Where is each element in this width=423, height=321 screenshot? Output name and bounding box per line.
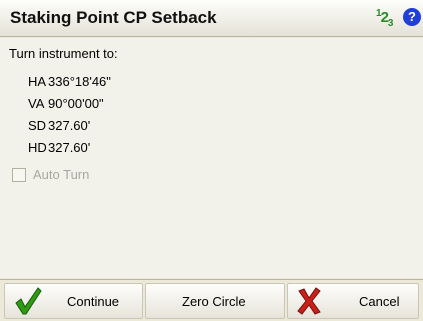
reading-row-ha: HA 336°18'46" [28, 74, 111, 89]
reading-row-va: VA 90°00'00" [28, 96, 104, 111]
auto-turn-label: Auto Turn [33, 167, 90, 182]
cancel-button[interactable]: Cancel [287, 283, 419, 319]
auto-turn-checkbox[interactable] [12, 168, 26, 182]
reading-value: 327.60' [48, 140, 91, 155]
cross-icon [297, 287, 321, 315]
help-icon[interactable]: ? [403, 8, 421, 26]
continue-label: Continue [67, 294, 120, 309]
reading-label: VA [28, 96, 45, 111]
reading-row-sd: SD 327.60' [28, 118, 90, 133]
continue-button[interactable]: Continue [4, 283, 143, 319]
zero-circle-label: Zero Circle [182, 294, 246, 309]
zero-circle-button[interactable]: Zero Circle [145, 283, 285, 319]
reading-label: HA [28, 74, 47, 89]
reading-label: HD [28, 140, 47, 155]
numeric-keypad-icon[interactable]: 123 [376, 8, 393, 29]
cancel-label: Cancel [359, 294, 400, 309]
title-bar: Staking Point CP Setback 123 ? [0, 0, 423, 37]
main-panel: Turn instrument to: HA 336°18'46" VA 90°… [0, 38, 423, 278]
window-title: Staking Point CP Setback [10, 8, 217, 27]
reading-row-hd: HD 327.60' [28, 140, 90, 155]
check-icon [15, 287, 42, 315]
reading-value: 327.60' [48, 118, 91, 133]
instruction-text: Turn instrument to: [9, 46, 118, 61]
reading-label: SD [28, 118, 47, 133]
reading-value: 336°18'46" [48, 74, 111, 89]
button-bar: Continue Zero Circle Cancel [0, 279, 423, 321]
reading-value: 90°00'00" [48, 96, 104, 111]
